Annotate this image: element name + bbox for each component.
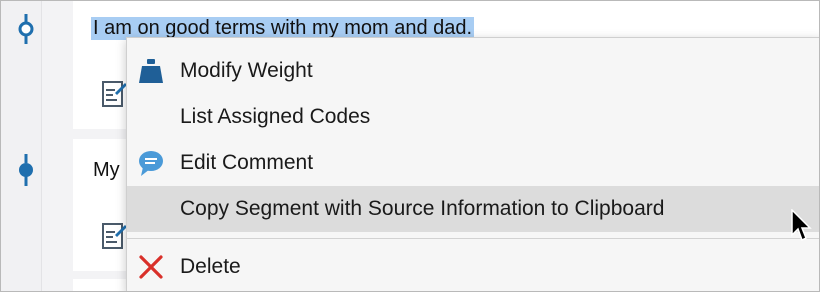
segment-marker-icon[interactable] bbox=[15, 154, 37, 188]
segment-marker-icon[interactable] bbox=[15, 14, 37, 48]
menu-separator bbox=[127, 238, 819, 239]
menu-item-copy-segment[interactable]: Copy Segment with Source Information to … bbox=[127, 186, 819, 232]
menu-item-list-assigned-codes[interactable]: List Assigned Codes bbox=[127, 94, 819, 140]
comment-icon bbox=[139, 151, 163, 176]
menu-item-delete[interactable]: Delete bbox=[127, 244, 819, 290]
menu-item-edit-comment[interactable]: Edit Comment bbox=[127, 140, 819, 186]
menu-item-label: List Assigned Codes bbox=[180, 105, 371, 128]
mouse-cursor-icon bbox=[791, 209, 812, 242]
context-menu: Modify Weight List Assigned Codes Edit C… bbox=[126, 37, 819, 291]
memo-icon[interactable] bbox=[101, 221, 127, 251]
document-browser: I am on good terms with my mom and dad. … bbox=[0, 0, 820, 292]
memo-icon[interactable] bbox=[101, 79, 127, 109]
delete-icon bbox=[139, 255, 163, 279]
menu-item-label: Modify Weight bbox=[180, 59, 313, 82]
menu-item-label: Delete bbox=[180, 255, 241, 278]
menu-item-label: Edit Comment bbox=[180, 151, 314, 174]
segment-text[interactable]: My bbox=[93, 159, 120, 182]
weight-icon bbox=[139, 59, 163, 83]
menu-item-modify-weight[interactable]: Modify Weight bbox=[127, 48, 819, 94]
menu-item-label: Copy Segment with Source Information to … bbox=[180, 197, 665, 220]
